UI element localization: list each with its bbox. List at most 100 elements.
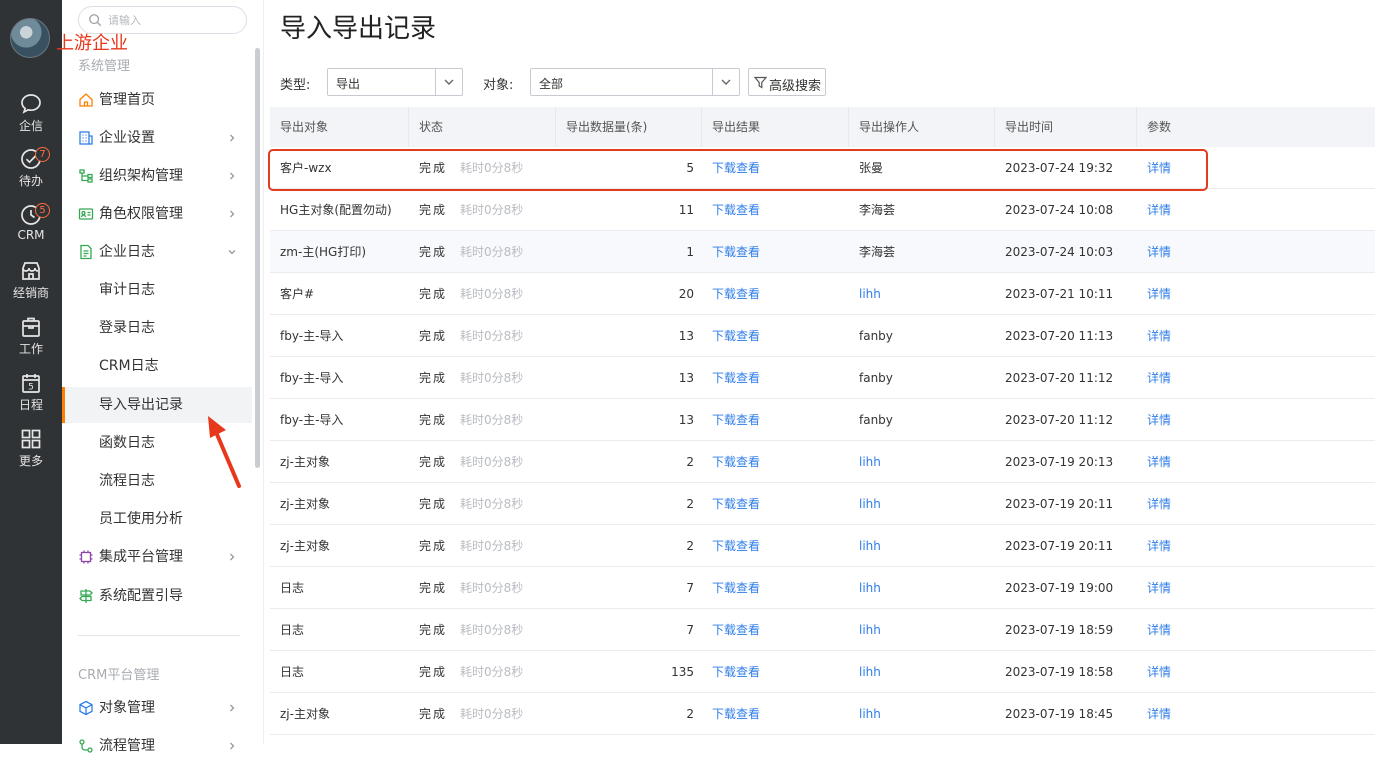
cell-operator[interactable]: lihh [859, 609, 881, 651]
cell-operator[interactable]: lihh [859, 693, 881, 735]
submenu-item-login-log[interactable]: 登录日志 [62, 310, 252, 346]
cell-operator[interactable]: lihh [859, 651, 881, 693]
menu-search-input[interactable] [108, 11, 238, 29]
cell-object: 日志 [280, 665, 305, 679]
download-link[interactable]: 下载查看 [712, 567, 760, 609]
cell-elapsed: 耗时0分8秒 [460, 413, 524, 427]
chevron-down-icon [721, 79, 731, 85]
details-link[interactable]: 详情 [1147, 567, 1171, 609]
id-card-icon [78, 208, 94, 220]
filter-object-select[interactable]: 全部 [530, 68, 740, 96]
details-link[interactable]: 详情 [1147, 399, 1171, 441]
filter-type-label: 类型: [280, 78, 311, 93]
menu-item-admin-home[interactable]: 管理首页 [62, 82, 252, 118]
table-row: zm-主(HG打印) 完成 耗时0分8秒 1 下载查看 李海荟 2023-07-24 10:… [270, 231, 1375, 273]
cell-time: 2023-07-19 18:59 [1005, 623, 1114, 637]
details-link[interactable]: 详情 [1147, 651, 1171, 693]
cell-operator[interactable]: lihh [859, 273, 881, 315]
download-link[interactable]: 下载查看 [712, 189, 760, 231]
menu-item-object-management[interactable]: 对象管理 [62, 690, 252, 726]
details-link[interactable]: 详情 [1147, 357, 1171, 399]
details-link[interactable]: 详情 [1147, 147, 1171, 189]
menu-scrollbar[interactable] [255, 48, 260, 468]
org-chart-icon [79, 169, 93, 183]
cell-status: 完成 [419, 539, 448, 553]
cell-object: 客户-wzx [280, 161, 332, 175]
cell-operator: fanby [859, 371, 893, 385]
chat-icon [21, 94, 41, 114]
rail-label: 企信 [18, 119, 43, 133]
details-link[interactable]: 详情 [1147, 483, 1171, 525]
cell-operator[interactable]: lihh [859, 483, 881, 525]
download-link[interactable]: 下载查看 [712, 315, 760, 357]
rail-item-work[interactable]: 工作 [0, 315, 62, 365]
cell-count: 13 [678, 371, 694, 385]
advanced-search-button[interactable]: 高级搜索 [748, 68, 826, 96]
download-link[interactable]: 下载查看 [712, 357, 760, 399]
cell-operator: fanby [859, 413, 893, 427]
download-link[interactable]: 下载查看 [712, 609, 760, 651]
menu-item-config-guide[interactable]: 系统配置引导 [62, 578, 252, 614]
cell-operator[interactable]: lihh [859, 525, 881, 567]
cell-elapsed: 耗时0分8秒 [460, 161, 524, 175]
filter-type-caret[interactable] [435, 69, 462, 95]
details-link[interactable]: 详情 [1147, 441, 1171, 483]
details-link[interactable]: 详情 [1147, 273, 1171, 315]
rail-item-chat[interactable]: 企信 [0, 92, 62, 142]
cell-count: 20 [678, 287, 694, 301]
download-link[interactable]: 下载查看 [712, 525, 760, 567]
rail-item-calendar[interactable]: 5 日程 [0, 371, 62, 421]
rail-item-more[interactable]: 更多 [0, 427, 62, 477]
filter-type-select[interactable]: 导出 [327, 68, 463, 96]
menu-item-integration-platform[interactable]: 集成平台管理 [62, 539, 252, 575]
table-row: HG主对象(配置勿动) 完成 耗时0分8秒 11 下载查看 李海荟 2023-07-24 1… [270, 189, 1375, 231]
store-icon [22, 262, 40, 280]
cell-operator[interactable]: lihh [859, 441, 881, 483]
rail-item-todo[interactable]: 7 待办 [0, 147, 62, 197]
column-header-params: 参数 [1147, 120, 1172, 134]
filter-object-caret[interactable] [712, 69, 739, 95]
cell-status: 完成 [419, 581, 448, 595]
submenu-item-label: 导入导出记录 [99, 397, 183, 413]
download-link[interactable]: 下载查看 [712, 147, 760, 189]
menu-item-company-logs[interactable]: 企业日志 [62, 234, 252, 270]
details-link[interactable]: 详情 [1147, 525, 1171, 567]
secondary-menu: 系统管理 管理首页 企业设置 组织架构管理 角色权限管理 企业日志 审计日志 登… [62, 0, 264, 754]
download-link[interactable]: 下载查看 [712, 441, 760, 483]
details-link[interactable]: 详情 [1147, 231, 1171, 273]
download-link[interactable]: 下载查看 [712, 483, 760, 525]
rail-item-crm[interactable]: 5 CRM [0, 203, 62, 253]
submenu-item-flow-log[interactable]: 流程日志 [62, 463, 252, 499]
cell-elapsed: 耗时0分8秒 [460, 287, 524, 301]
details-link[interactable]: 详情 [1147, 189, 1171, 231]
cell-count: 2 [686, 455, 694, 469]
download-link[interactable]: 下载查看 [712, 651, 760, 693]
home-icon [79, 93, 93, 107]
download-link[interactable]: 下载查看 [712, 693, 760, 735]
table-row: fby-主-导入 完成 耗时0分8秒 13 下载查看 fanby 2023-07-20 11… [270, 357, 1375, 399]
details-link[interactable]: 详情 [1147, 609, 1171, 651]
submenu-item-import-export[interactable]: 导入导出记录 [62, 387, 252, 423]
details-link[interactable]: 详情 [1147, 693, 1171, 735]
menu-item-role-permissions[interactable]: 角色权限管理 [62, 196, 252, 232]
building-icon [79, 131, 93, 145]
download-link[interactable]: 下载查看 [712, 231, 760, 273]
rail-item-dealer[interactable]: 经销商 [0, 259, 62, 309]
submenu-item-crm-log[interactable]: CRM日志 [62, 348, 252, 384]
submenu-item-audit-log[interactable]: 审计日志 [62, 272, 252, 308]
download-link[interactable]: 下载查看 [712, 399, 760, 441]
menu-item-flow-management[interactable]: 流程管理 [62, 728, 252, 764]
cell-elapsed: 耗时0分8秒 [460, 455, 524, 469]
cell-status: 完成 [419, 329, 448, 343]
chevron-right-icon [230, 172, 235, 180]
search-icon [89, 14, 102, 27]
details-link[interactable]: 详情 [1147, 315, 1171, 357]
download-link[interactable]: 下载查看 [712, 273, 760, 315]
menu-item-org-structure[interactable]: 组织架构管理 [62, 158, 252, 194]
rail-label: CRM [17, 228, 45, 242]
menu-item-company-settings[interactable]: 企业设置 [62, 120, 252, 156]
avatar[interactable] [10, 18, 50, 58]
submenu-item-usage-analysis[interactable]: 员工使用分析 [62, 501, 252, 537]
cell-operator[interactable]: lihh [859, 567, 881, 609]
submenu-item-function-log[interactable]: 函数日志 [62, 425, 252, 461]
